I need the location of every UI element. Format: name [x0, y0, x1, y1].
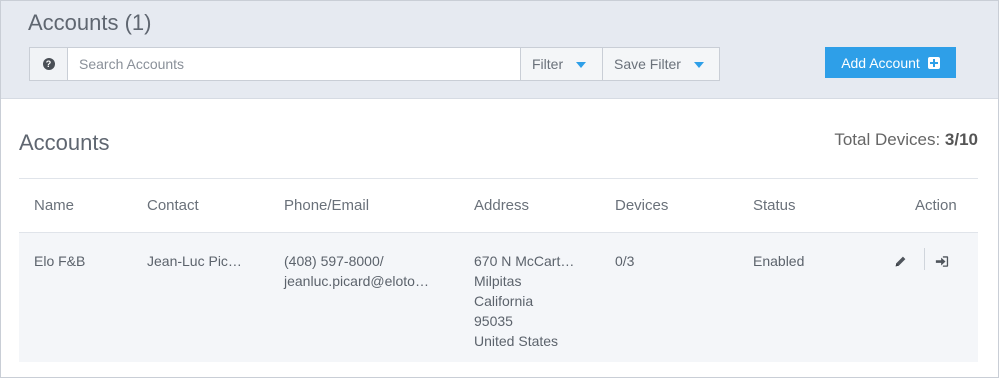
table-row[interactable]: Elo F&B Jean-Luc Pic… (408) 597-8000/ je…	[19, 232, 978, 362]
cell-name: Elo F&B	[34, 253, 86, 269]
address-line: United States	[474, 333, 559, 349]
search-input[interactable]	[68, 48, 520, 80]
column-header-phone-email[interactable]: Phone/Email	[284, 197, 369, 214]
pencil-icon	[895, 256, 905, 266]
cell-email: jeanluc.picard@eloto…	[284, 273, 429, 289]
plus-square-icon	[927, 56, 940, 69]
address-line: California	[474, 293, 534, 309]
save-filter-label: Save Filter	[614, 56, 681, 72]
filter-label: Filter	[532, 56, 564, 72]
caret-down-icon	[693, 62, 704, 68]
search-bar: ? Filter Save Filter	[29, 47, 720, 81]
address-line: Milpitas	[474, 273, 522, 289]
action-divider	[924, 248, 925, 270]
cell-status: Enabled	[753, 253, 805, 269]
filter-dropdown[interactable]: Filter	[520, 48, 602, 80]
cell-contact: Jean-Luc Pic…	[147, 253, 242, 269]
edit-button[interactable]	[892, 253, 908, 269]
table-top-divider	[19, 178, 978, 179]
cell-devices: 0/3	[615, 253, 635, 269]
column-header-address[interactable]: Address	[474, 197, 529, 214]
header-panel: Accounts (1) ? Filter Save Filter Add Ac…	[1, 1, 998, 99]
column-header-status[interactable]: Status	[753, 197, 796, 214]
address-line: 670 N McCart…	[474, 253, 575, 269]
save-filter-dropdown[interactable]: Save Filter	[602, 48, 719, 80]
help-button[interactable]: ?	[30, 48, 68, 80]
cell-address: 670 N McCart… Milpitas California 95035 …	[474, 251, 574, 351]
total-devices: Total Devices: 3/10	[834, 130, 978, 150]
column-header-name[interactable]: Name	[34, 197, 74, 214]
cell-phone: (408) 597-8000/	[284, 253, 384, 269]
sign-in-icon	[935, 255, 949, 267]
caret-down-icon	[576, 62, 587, 68]
column-header-action: Action	[915, 197, 957, 214]
column-header-contact[interactable]: Contact	[147, 197, 199, 214]
section-title: Accounts	[19, 130, 110, 155]
column-header-devices[interactable]: Devices	[615, 197, 668, 214]
cell-phone-email: (408) 597-8000/ jeanluc.picard@eloto…	[284, 251, 429, 291]
login-as-account-button[interactable]	[934, 253, 950, 269]
total-devices-value: 3/10	[944, 130, 978, 149]
address-line: 95035	[474, 313, 513, 329]
add-account-label: Add Account	[841, 54, 920, 71]
question-circle-icon: ?	[42, 58, 55, 70]
add-account-button[interactable]: Add Account	[825, 47, 956, 78]
page-title: Accounts (1)	[28, 10, 152, 35]
total-devices-label: Total Devices:	[834, 130, 941, 149]
